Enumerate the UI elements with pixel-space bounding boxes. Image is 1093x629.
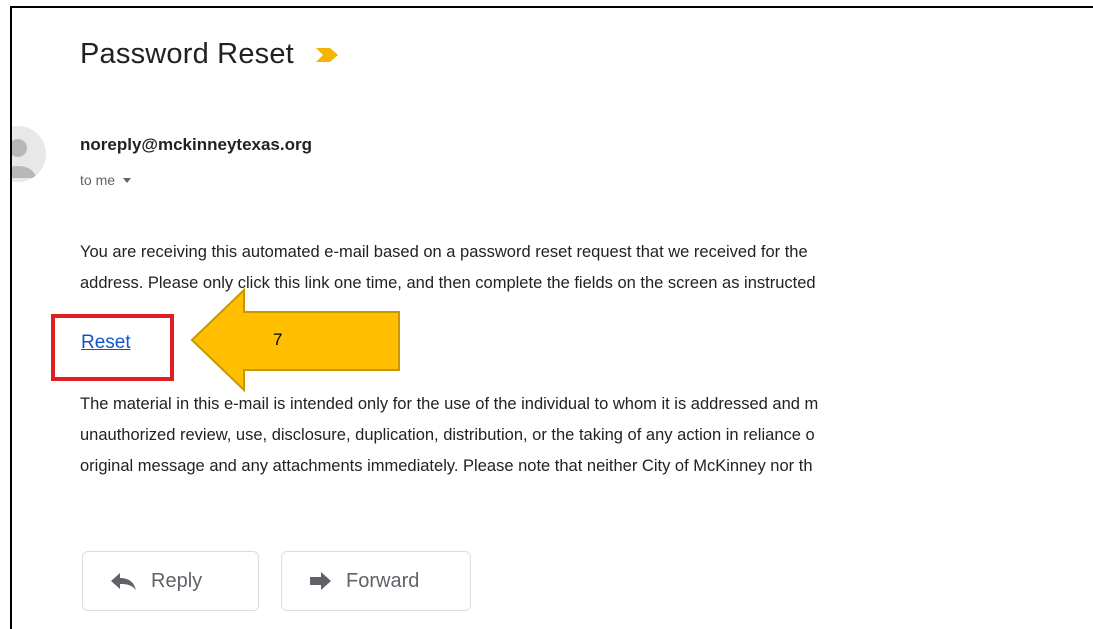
recipient-label: to me [80, 172, 116, 188]
reply-arrow-icon [111, 573, 136, 590]
forward-label: Forward [346, 569, 420, 592]
forward-arrow-icon [310, 572, 331, 590]
caret-down-icon[interactable] [123, 177, 132, 183]
annotation-arrow-icon [190, 288, 400, 392]
email-subject: Password Reset [80, 38, 294, 70]
email-view: Password Reset noreply@mckinneytexas.org… [10, 6, 1093, 629]
reply-label: Reply [151, 569, 203, 592]
sender-address: noreply@mckinneytexas.org [80, 135, 312, 154]
importance-marker-icon[interactable] [314, 46, 340, 64]
disclaimer-line: original message and any attachments imm… [80, 457, 813, 475]
subject-row: Password Reset [80, 38, 340, 71]
highlight-box [51, 314, 174, 381]
disclaimer-line: The material in this e-mail is intended … [80, 395, 819, 413]
reply-button[interactable]: Reply [82, 551, 259, 611]
email-disclaimer: The material in this e-mail is intended … [80, 389, 1093, 482]
disclaimer-line: unauthorized review, use, disclosure, du… [80, 426, 815, 444]
recipient-details[interactable]: to me [80, 172, 132, 188]
body-line: You are receiving this automated e-mail … [80, 243, 808, 261]
person-avatar-icon [12, 139, 36, 178]
forward-button[interactable]: Forward [281, 551, 471, 611]
step-number-label: 7 [273, 330, 283, 349]
avatar [12, 126, 46, 182]
